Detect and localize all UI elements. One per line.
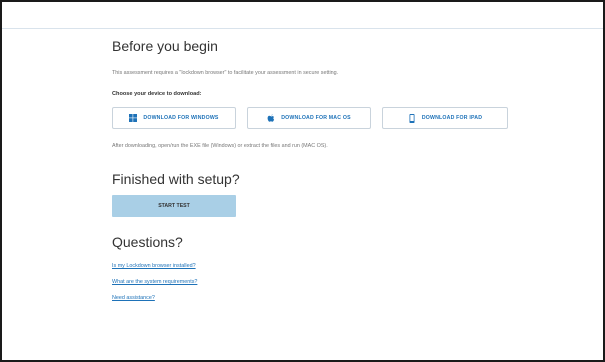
tablet-icon: [408, 114, 416, 123]
before-you-begin-heading: Before you begin: [112, 38, 218, 54]
page-frame: [0, 0, 605, 362]
header-divider: [2, 28, 603, 29]
download-windows-label: DOWNLOAD FOR WINDOWS: [143, 115, 219, 121]
apple-icon: [267, 114, 275, 122]
windows-icon: [129, 114, 138, 122]
choose-device-label: Choose your device to download:: [112, 91, 202, 97]
download-ipad-button[interactable]: DOWNLOAD FOR IPAD: [382, 107, 508, 129]
questions-heading: Questions?: [112, 234, 183, 250]
intro-text: This assessment requires a "lockdown bro…: [112, 70, 339, 76]
download-ipad-label: DOWNLOAD FOR IPAD: [421, 115, 483, 121]
download-macos-button[interactable]: DOWNLOAD FOR MAC OS: [247, 107, 371, 129]
lockdown-installed-link[interactable]: Is my Lockdown browser installed?: [112, 263, 196, 269]
system-requirements-link[interactable]: What are the system requirements?: [112, 279, 197, 285]
download-windows-button[interactable]: DOWNLOAD FOR WINDOWS: [112, 107, 236, 129]
start-test-button[interactable]: START TEST: [112, 195, 236, 217]
after-download-instructions: After downloading, open/run the EXE file…: [112, 143, 328, 149]
need-assistance-link[interactable]: Need assistance?: [112, 295, 155, 301]
download-macos-label: DOWNLOAD FOR MAC OS: [281, 115, 351, 121]
finished-setup-heading: Finished with setup?: [112, 171, 240, 187]
